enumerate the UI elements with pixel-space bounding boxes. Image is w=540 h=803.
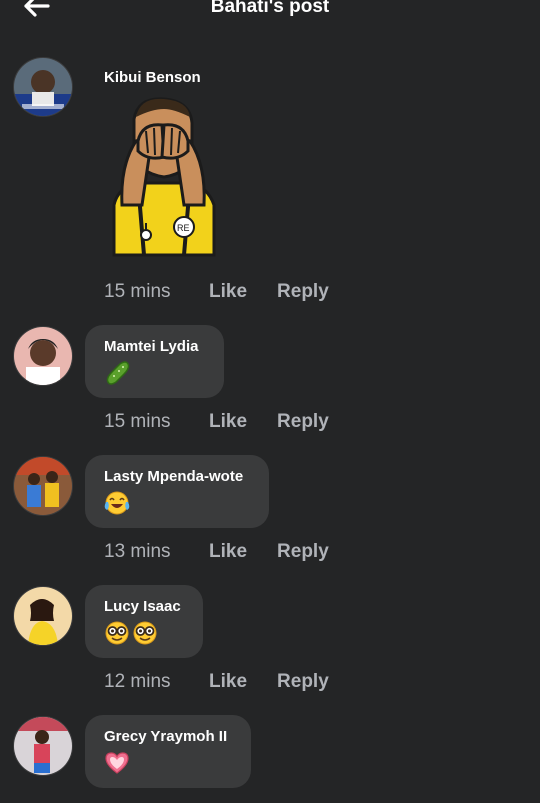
comment-time: 12 mins (104, 671, 171, 692)
heart-icon (104, 750, 130, 781)
nerd-face-icon (104, 620, 130, 651)
comment-item: Grecy Yraymoh II (0, 710, 540, 803)
like-button[interactable]: Like (209, 281, 247, 303)
like-button[interactable]: Like (209, 411, 247, 433)
comment-bubble: Lucy Isaac (85, 585, 203, 658)
reply-button[interactable]: Reply (277, 541, 329, 563)
comment-bubble: Grecy Yraymoh II (85, 715, 251, 788)
comment-bubble: Mamtei Lydia (85, 325, 224, 398)
comment-item: Mamtei Lydia 15 mins Like Reply (0, 320, 540, 450)
avatar[interactable] (13, 456, 73, 516)
comment-meta: 15 mins Like Reply (104, 281, 329, 303)
comment-time: 15 mins (104, 281, 171, 302)
comment-author[interactable]: Mamtei Lydia (104, 338, 205, 356)
tears-of-joy-icon (104, 490, 130, 521)
reply-button[interactable]: Reply (277, 281, 329, 303)
comment-meta: 12 mins Like Reply (104, 671, 329, 693)
comment-item: Kibui Benson RE 15 mins Like Reply (0, 0, 540, 320)
nerd-face-icon (132, 620, 158, 651)
comment-author[interactable]: Grecy Yraymoh II (104, 728, 232, 746)
comment-item: Lucy Isaac 12 mins Like Reply (0, 580, 540, 710)
avatar[interactable] (13, 586, 73, 646)
comment-meta: 13 mins Like Reply (104, 541, 329, 563)
comment-meta: 15 mins Like Reply (104, 411, 329, 433)
comment-author[interactable]: Lucy Isaac (104, 598, 184, 616)
comment-bubble: Lasty Mpenda-wote (85, 455, 269, 528)
comment-time: 15 mins (104, 411, 171, 432)
comment-item: Lasty Mpenda-wote 13 mins Like Reply (0, 450, 540, 580)
reply-button[interactable]: Reply (277, 671, 329, 693)
avatar[interactable] (13, 57, 73, 117)
comment-author[interactable]: Kibui Benson (104, 69, 226, 87)
avatar[interactable] (13, 716, 73, 776)
like-button[interactable]: Like (209, 541, 247, 563)
comment-author[interactable]: Lasty Mpenda-wote (104, 468, 250, 486)
face-palm-referee-sticker: RE (104, 95, 222, 265)
reply-button[interactable]: Reply (277, 411, 329, 433)
comment-time: 13 mins (104, 541, 171, 562)
like-button[interactable]: Like (209, 671, 247, 693)
avatar[interactable] (13, 326, 73, 386)
svg-text:RE: RE (177, 223, 190, 233)
comment-bubble: Kibui Benson (85, 56, 245, 96)
cucumber-icon (104, 360, 130, 391)
